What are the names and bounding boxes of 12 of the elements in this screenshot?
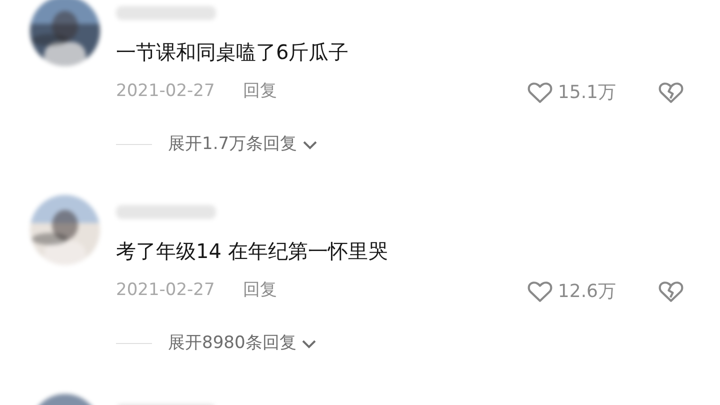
comment-date: 2021-02-27 <box>116 279 215 302</box>
comment-text: 考了年级14 在年纪第一怀里哭 <box>116 238 389 265</box>
reply-link[interactable]: 回复 <box>242 79 277 105</box>
expand-replies-button[interactable]: 展开8980条回复 <box>168 331 318 356</box>
chevron-down-icon <box>301 138 320 151</box>
comment-text: 一节课和同桌嗑了6斤瓜子 <box>116 39 350 66</box>
chevron-down-icon <box>300 338 318 350</box>
expand-replies-button[interactable]: 展开1.7万条回复 <box>168 132 320 158</box>
like-count: 15.1万 <box>558 80 616 104</box>
comment-date: 2021-02-27 <box>116 80 215 104</box>
reply-link[interactable]: 回复 <box>242 278 277 304</box>
like-count: 12.6万 <box>558 280 616 304</box>
